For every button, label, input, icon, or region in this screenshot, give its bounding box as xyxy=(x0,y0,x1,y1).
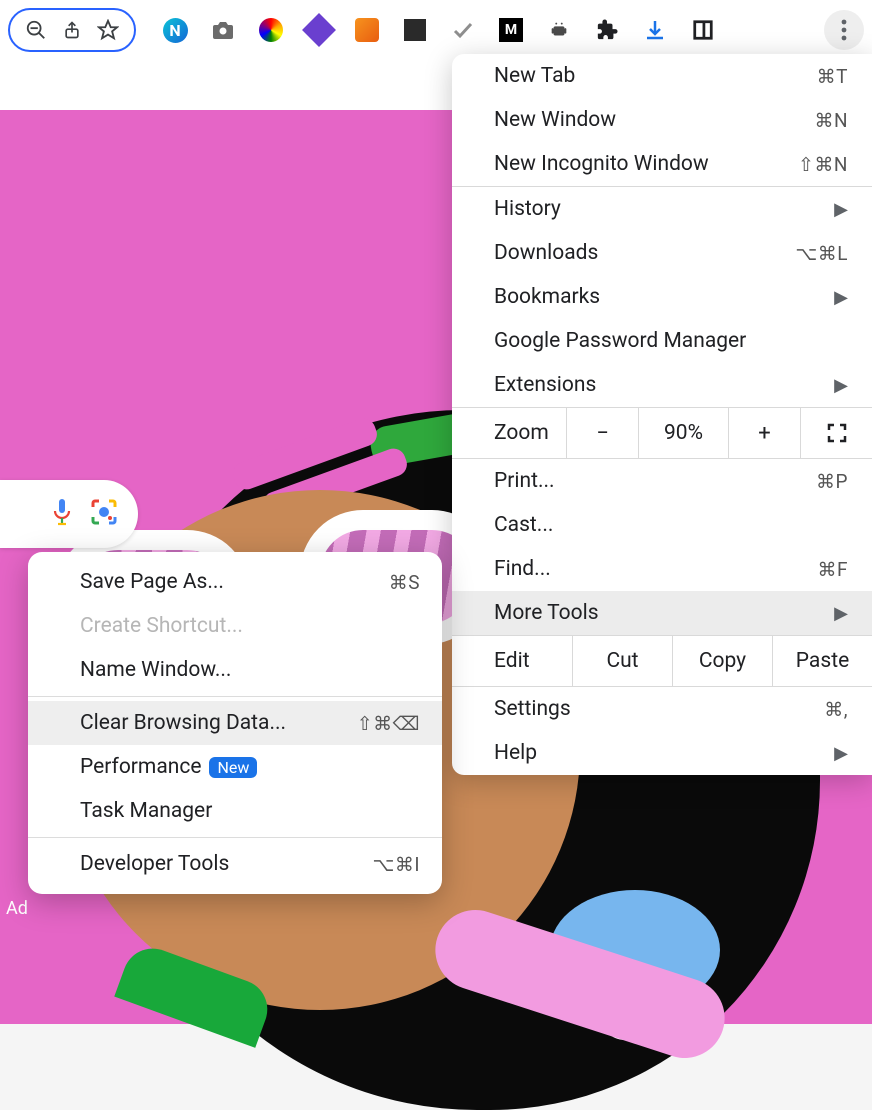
menu-label: Google Password Manager xyxy=(494,329,746,353)
menu-find[interactable]: Find... ⌘F xyxy=(452,547,872,591)
submenu-label: Performance xyxy=(80,755,201,779)
toolbar-action-group xyxy=(8,8,136,52)
shortcut-label: ⌘N xyxy=(814,109,848,132)
zoom-in-button[interactable]: + xyxy=(728,408,800,458)
ad-label: Ad xyxy=(6,898,28,919)
submenu-task-manager[interactable]: Task Manager xyxy=(28,789,442,833)
menu-print[interactable]: Print... ⌘P xyxy=(452,459,872,503)
menu-zoom-row: Zoom − 90% + xyxy=(452,407,872,459)
edit-copy-button[interactable]: Copy xyxy=(672,636,772,686)
submenu-clear-browsing-data[interactable]: Clear Browsing Data... ⇧⌘⌫ xyxy=(28,701,442,745)
chevron-right-icon: ▶ xyxy=(834,199,848,220)
diamond-icon[interactable] xyxy=(306,17,332,43)
submenu-create-shortcut: Create Shortcut... xyxy=(28,604,442,648)
main-menu: New Tab ⌘T New Window ⌘N New Incognito W… xyxy=(452,54,872,775)
menu-label: History xyxy=(494,197,561,221)
submenu-label: Name Window... xyxy=(80,658,231,682)
zoom-out-button[interactable]: − xyxy=(566,408,638,458)
menu-label: Downloads xyxy=(494,241,598,265)
bookmark-star-icon[interactable] xyxy=(96,18,120,42)
extension-icons-row: N M xyxy=(162,17,816,43)
submenu-label: Task Manager xyxy=(80,799,212,823)
browser-toolbar: N M xyxy=(0,0,872,60)
extension-n-icon[interactable]: N xyxy=(162,17,188,43)
zoom-value: 90% xyxy=(638,408,728,458)
menu-label: Find... xyxy=(494,557,551,581)
color-wheel-icon[interactable] xyxy=(258,17,284,43)
submenu-developer-tools[interactable]: Developer Tools ⌥⌘I xyxy=(28,842,442,886)
menu-extensions[interactable]: Extensions ▶ xyxy=(452,363,872,407)
menu-label: Settings xyxy=(494,697,571,721)
menu-label: Print... xyxy=(494,469,555,493)
zoom-label: Zoom xyxy=(452,409,566,457)
more-tools-submenu: Save Page As... ⌘S Create Shortcut... Na… xyxy=(28,552,442,894)
shortcut-label: ⇧⌘⌫ xyxy=(357,712,420,735)
m-square-icon[interactable]: M xyxy=(498,17,524,43)
lens-search-icon[interactable] xyxy=(90,498,118,530)
submenu-label: Developer Tools xyxy=(80,852,229,876)
menu-bookmarks[interactable]: Bookmarks ▶ xyxy=(452,275,872,319)
menu-edit-row: Edit Cut Copy Paste xyxy=(452,635,872,687)
menu-new-tab[interactable]: New Tab ⌘T xyxy=(452,54,872,98)
menu-password-manager[interactable]: Google Password Manager xyxy=(452,319,872,363)
menu-more-tools[interactable]: More Tools ▶ xyxy=(452,591,872,635)
menu-incognito[interactable]: New Incognito Window ⇧⌘N xyxy=(452,142,872,186)
shortcut-label: ⌘, xyxy=(824,698,848,721)
menu-label: Cast... xyxy=(494,513,553,537)
fullscreen-button[interactable] xyxy=(800,408,872,458)
edit-cut-button[interactable]: Cut xyxy=(572,636,672,686)
chevron-right-icon: ▶ xyxy=(834,603,848,624)
submenu-separator xyxy=(28,696,442,697)
menu-help[interactable]: Help ▶ xyxy=(452,731,872,775)
shortcut-label: ⌘T xyxy=(817,65,848,88)
dark-square-icon[interactable] xyxy=(402,17,428,43)
menu-history[interactable]: History ▶ xyxy=(452,187,872,231)
camera-icon[interactable] xyxy=(210,17,236,43)
new-badge: New xyxy=(209,757,257,778)
menu-label: New Incognito Window xyxy=(494,152,709,176)
panel-icon[interactable] xyxy=(690,17,716,43)
edit-paste-button[interactable]: Paste xyxy=(772,636,872,686)
menu-settings[interactable]: Settings ⌘, xyxy=(452,687,872,731)
submenu-separator xyxy=(28,837,442,838)
submenu-performance[interactable]: Performance New xyxy=(28,745,442,789)
download-icon[interactable] xyxy=(642,17,668,43)
chevron-right-icon: ▶ xyxy=(834,287,848,308)
menu-label: More Tools xyxy=(494,601,599,625)
menu-label: Extensions xyxy=(494,373,596,397)
shortcut-label: ⌘S xyxy=(389,571,420,594)
puzzle-icon[interactable] xyxy=(594,17,620,43)
check-icon[interactable] xyxy=(450,17,476,43)
menu-downloads[interactable]: Downloads ⌥⌘L xyxy=(452,231,872,275)
menu-label: New Window xyxy=(494,108,616,132)
zoom-out-icon[interactable] xyxy=(24,18,48,42)
menu-new-window[interactable]: New Window ⌘N xyxy=(452,98,872,142)
search-actions-pill xyxy=(0,480,138,548)
shortcut-label: ⌘P xyxy=(816,470,848,493)
shortcut-label: ⌘F xyxy=(817,558,848,581)
submenu-label: Create Shortcut... xyxy=(80,614,243,638)
submenu-name-window[interactable]: Name Window... xyxy=(28,648,442,692)
fox-icon[interactable] xyxy=(354,17,380,43)
menu-cast[interactable]: Cast... xyxy=(452,503,872,547)
submenu-label-group: Performance New xyxy=(80,755,257,779)
menu-label: Help xyxy=(494,741,537,765)
shortcut-label: ⌥⌘I xyxy=(372,853,420,876)
submenu-label: Save Page As... xyxy=(80,570,224,594)
chevron-right-icon: ▶ xyxy=(834,375,848,396)
android-icon[interactable] xyxy=(546,17,572,43)
edit-label: Edit xyxy=(452,636,572,686)
share-icon[interactable] xyxy=(60,18,84,42)
menu-label: New Tab xyxy=(494,64,575,88)
submenu-label: Clear Browsing Data... xyxy=(80,711,286,735)
chevron-right-icon: ▶ xyxy=(834,743,848,764)
more-menu-button[interactable] xyxy=(824,10,864,50)
shortcut-label: ⌥⌘L xyxy=(795,242,848,265)
submenu-save-page[interactable]: Save Page As... ⌘S xyxy=(28,560,442,604)
menu-label: Bookmarks xyxy=(494,285,600,309)
voice-search-icon[interactable] xyxy=(50,497,74,531)
shortcut-label: ⇧⌘N xyxy=(798,153,848,176)
